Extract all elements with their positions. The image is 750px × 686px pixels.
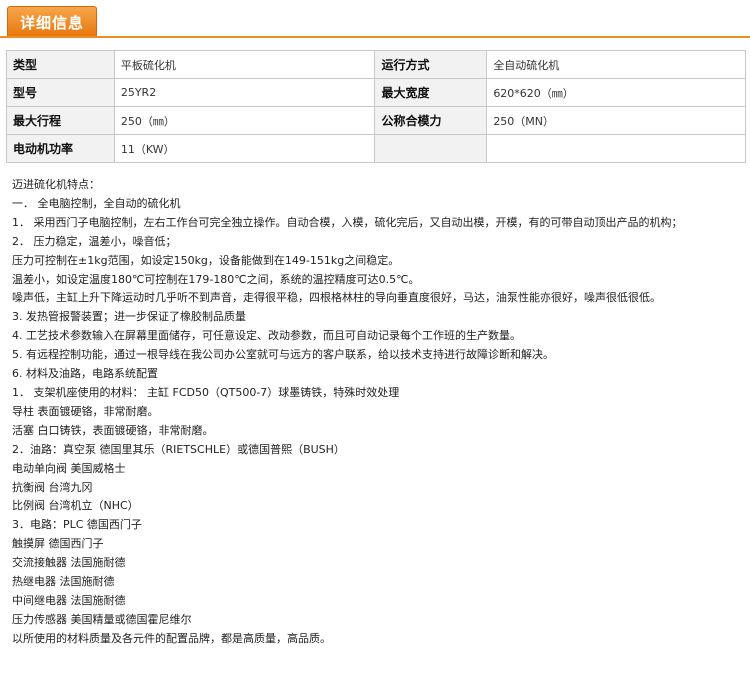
desc-line: 中间继电器 法国施耐德 bbox=[12, 593, 126, 607]
desc-line: 2． 压力稳定，温差小，噪音低； bbox=[12, 234, 177, 248]
desc-line: 噪声低，主缸上升下降运动时几乎听不到声音，走得很平稳，四根格林柱的导向垂直度很好… bbox=[12, 291, 661, 305]
spec-key: 型号 bbox=[6, 78, 115, 107]
desc-line: 压力可控制在±1kg范围，如设定150kg，设备能做到在149-151kg之间稳… bbox=[12, 253, 400, 267]
spec-value bbox=[486, 134, 746, 163]
desc-line: 压力传感器 美国精量或德国霍尼维尔 bbox=[12, 612, 192, 626]
desc-line: 2．油路：真空泵 德国里其乐（RIETSCHLE）或德国普熙（BUSH） bbox=[12, 442, 345, 456]
table-row: 类型 平板硫化机 运行方式 全自动硫化机 bbox=[6, 50, 746, 79]
desc-line: 5. 有远程控制功能，通过一根导线在我公司办公室就可与远方的客户联系，给以技术支… bbox=[12, 348, 554, 362]
desc-line: 3. 发热管报警装置；进一步保证了橡胶制品质量 bbox=[12, 310, 246, 324]
spec-key: 电动机功率 bbox=[6, 134, 115, 163]
desc-line: 6. 材料及油路，电路系统配置 bbox=[12, 367, 158, 381]
spec-key: 类型 bbox=[6, 50, 115, 79]
desc-line: 4. 工艺技术参数输入在屏幕里面储存，可任意设定、改动参数，而且可自动记录每个工… bbox=[12, 329, 521, 343]
desc-line: 活塞 白口铸铁，表面镀硬铬，非常耐磨。 bbox=[12, 423, 214, 437]
spec-table: 类型 平板硫化机 运行方式 全自动硫化机 型号 25YR2 最大宽度 620*6… bbox=[6, 50, 746, 163]
desc-line: 1． 支架机座使用的材料： 主缸 FCD50（QT500-7）球墨铸铁，特殊时效… bbox=[12, 385, 400, 399]
spec-value: 250（MN） bbox=[486, 106, 746, 135]
desc-line: 以所使用的材料质量及各元件的配置品牌，都是高质量，高品质。 bbox=[12, 631, 331, 645]
tab-bar: 详细信息 bbox=[0, 0, 750, 38]
spec-key: 最大行程 bbox=[6, 106, 115, 135]
spec-value: 25YR2 bbox=[113, 78, 376, 107]
tab-details[interactable]: 详细信息 bbox=[7, 6, 97, 36]
desc-line: 电动单向阀 美国威格士 bbox=[12, 461, 126, 475]
table-row: 型号 25YR2 最大宽度 620*620（㎜） bbox=[6, 78, 746, 107]
desc-line: 一． 全电脑控制，全自动的硫化机 bbox=[12, 196, 181, 210]
desc-line: 3．电路：PLC 德国西门子 bbox=[12, 518, 142, 532]
spec-key: 运行方式 bbox=[374, 50, 488, 79]
desc-line: 热继电器 法国施耐德 bbox=[12, 575, 115, 589]
table-row: 最大行程 250（㎜） 公称合模力 250（MN） bbox=[6, 106, 746, 135]
desc-line: 比例阀 台湾机立（NHC） bbox=[12, 499, 139, 513]
tab-label: 详细信息 bbox=[20, 14, 85, 32]
spec-value: 620*620（㎜） bbox=[486, 78, 746, 107]
desc-line: 迈进硫化机特点： bbox=[12, 178, 100, 191]
spec-value: 全自动硫化机 bbox=[486, 50, 746, 79]
spec-key: 最大宽度 bbox=[374, 78, 488, 107]
desc-line: 导柱 表面镀硬铬，非常耐磨。 bbox=[12, 404, 159, 418]
spec-value: 250（㎜） bbox=[113, 106, 376, 135]
spec-value: 平板硫化机 bbox=[113, 50, 376, 79]
spec-key: 公称合模力 bbox=[374, 106, 488, 135]
product-description: 迈进硫化机特点： 一． 全电脑控制，全自动的硫化机 1． 采用西门子电脑控制，左… bbox=[12, 176, 742, 649]
desc-line: 交流接触器 法国施耐德 bbox=[12, 556, 126, 570]
spec-value: 11（KW） bbox=[113, 134, 376, 163]
desc-line: 温差小，如设定温度180℃可控制在179-180℃之间，系统的温控精度可达0.5… bbox=[12, 272, 420, 286]
table-row: 电动机功率 11（KW） bbox=[6, 134, 746, 163]
desc-line: 1． 采用西门子电脑控制，左右工作台可完全独立操作。自动合模，入模，硫化完后，又… bbox=[12, 215, 683, 229]
desc-line: 触摸屏 德国西门子 bbox=[12, 537, 104, 551]
desc-line: 抗衡阀 台湾九冈 bbox=[12, 480, 93, 494]
spec-key bbox=[374, 134, 488, 163]
